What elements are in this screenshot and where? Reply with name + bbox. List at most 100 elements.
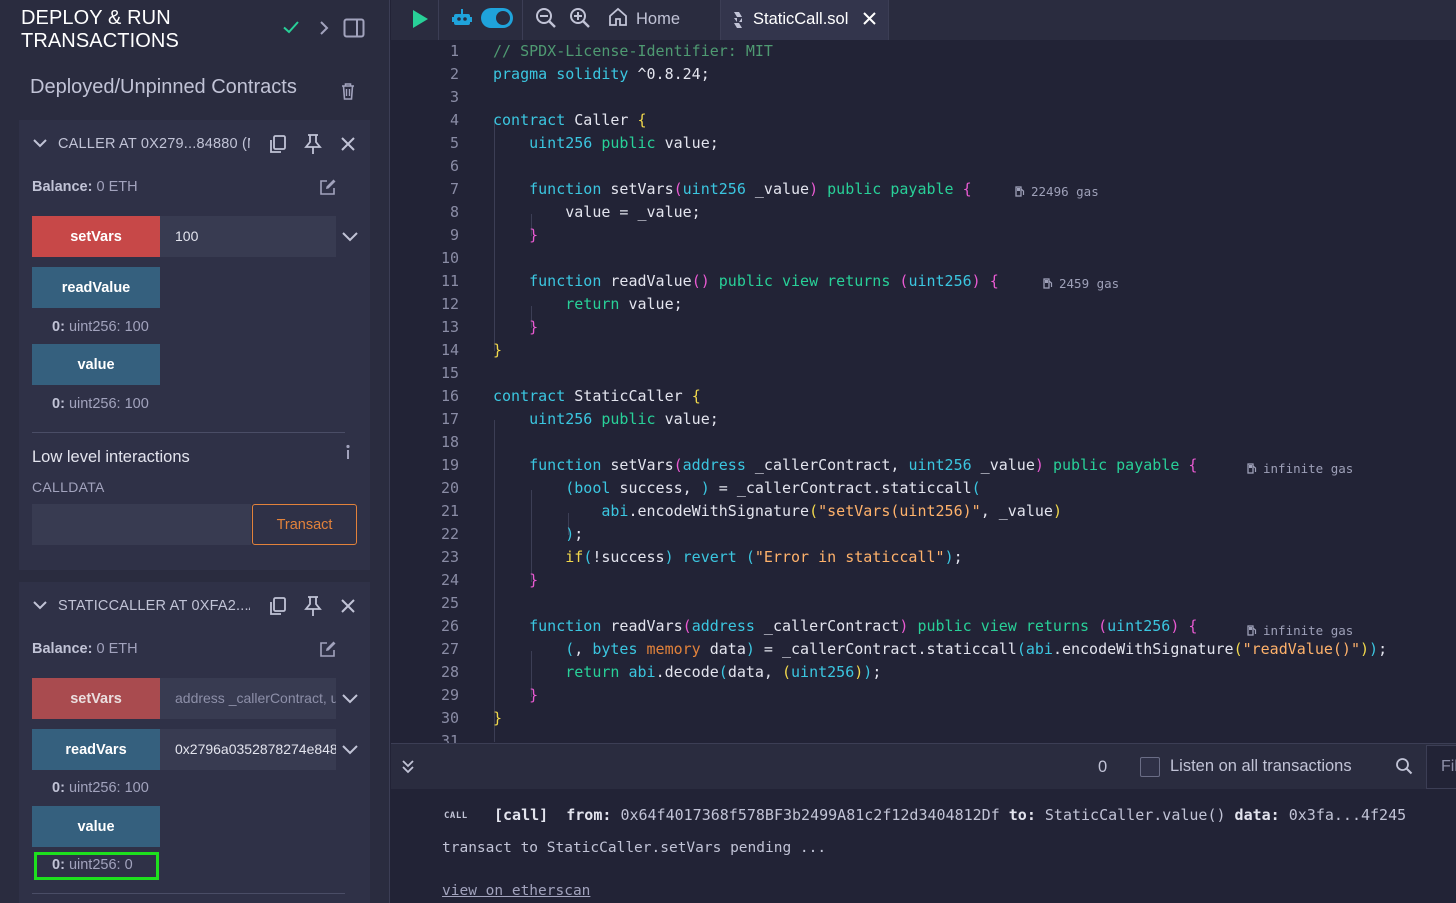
solidity-file-icon xyxy=(734,12,742,28)
code-line: 2 pragma solidity ^0.8.24; xyxy=(449,65,710,83)
code-line: 31 xyxy=(440,732,459,743)
tab-label: StaticCall.sol xyxy=(753,10,849,28)
home-tab[interactable]: Home xyxy=(636,10,680,29)
code-line: 30} xyxy=(440,709,503,727)
code-line: 22 ); xyxy=(440,525,584,543)
divider xyxy=(438,0,439,40)
code-line: 9 } xyxy=(449,226,539,244)
pending-log-line: transact to StaticCaller.setVars pending… xyxy=(442,840,827,856)
code-line: 28 return abi.decode(data, (uint256)); xyxy=(440,663,882,681)
code-line: 5 uint256 public value; xyxy=(449,134,719,152)
collapse-icon[interactable] xyxy=(401,758,415,774)
code-line: 3 xyxy=(449,88,459,106)
panel-title: DEPLOY & RUN TRANSACTIONS xyxy=(21,7,179,52)
divider xyxy=(522,0,523,40)
trash-icon[interactable] xyxy=(340,82,356,100)
code-line: 24 } xyxy=(440,571,539,589)
gas-estimate: infinite gas xyxy=(1247,619,1353,642)
code-line: 1// SPDX-License-Identifier: MIT xyxy=(449,42,773,60)
code-line: 7 function setVars(uint256 _value) publi… xyxy=(449,180,972,198)
filter-input[interactable]: Filter with transaction hash or address xyxy=(1426,745,1456,789)
readvars-result: 0: uint256: 100 xyxy=(52,780,149,796)
value-button[interactable]: value xyxy=(32,344,160,385)
gas-pump-icon xyxy=(1247,625,1257,636)
chevron-down-icon[interactable] xyxy=(341,231,359,243)
chevron-down-icon[interactable] xyxy=(32,599,48,611)
code-editor[interactable]: 1// SPDX-License-Identifier: MIT 2 pragma… xyxy=(391,40,1456,743)
pin-icon[interactable] xyxy=(303,133,323,155)
transact-button[interactable]: Transact xyxy=(252,504,357,545)
info-icon[interactable] xyxy=(344,444,352,460)
code-line: 14} xyxy=(440,341,503,359)
listen-checkbox[interactable] xyxy=(1140,757,1160,777)
edit-icon[interactable] xyxy=(319,178,337,196)
instance-caller: CALLER AT 0X279...84880 (MEMORY) Balance… xyxy=(19,120,370,570)
deploy-run-panel: DEPLOY & RUN TRANSACTIONS Deployed/Unpin… xyxy=(0,0,390,903)
setvars-input[interactable]: 100 xyxy=(160,216,336,257)
instance-name: STATICCALLER AT 0XFA2...A2D8B (MEMORY) xyxy=(58,598,250,614)
terminal-toolbar: 0 Listen on all transactions Filter with… xyxy=(391,743,1456,789)
divider xyxy=(32,893,345,894)
instance-header[interactable]: CALLER AT 0X279...84880 (MEMORY) xyxy=(19,120,370,168)
setvars-button[interactable]: setVars xyxy=(32,216,160,257)
editor-toolbar: Home StaticCall.sol xyxy=(391,0,1456,40)
side-panel-icon[interactable] xyxy=(343,18,365,38)
zoom-out-icon[interactable] xyxy=(535,7,557,29)
call-log-line[interactable]: [call] from: 0x64f4017368f578BF3b2499A81… xyxy=(494,806,1406,824)
close-icon[interactable] xyxy=(862,11,877,26)
call-tag: CALL xyxy=(444,811,468,821)
edit-icon[interactable] xyxy=(319,640,337,658)
readvalue-button[interactable]: readValue xyxy=(32,267,160,308)
readvars-button[interactable]: readVars xyxy=(32,729,160,770)
code-line: 4 contract Caller { xyxy=(449,111,647,129)
search-icon[interactable] xyxy=(1395,757,1413,775)
gas-estimate: 22496 gas xyxy=(1015,180,1099,203)
remix-ide: DEPLOY & RUN TRANSACTIONS Deployed/Unpin… xyxy=(0,0,1456,903)
code-line: 6 xyxy=(449,157,459,175)
instance-header[interactable]: STATICCALLER AT 0XFA2...A2D8B (MEMORY) xyxy=(19,582,370,630)
chevron-down-icon[interactable] xyxy=(341,744,359,756)
setvars-input[interactable]: address _callerContract, uint256 _value xyxy=(160,678,336,719)
code-line: 21 abi.encodeWithSignature("setVars(uint… xyxy=(440,502,1062,520)
chevron-down-icon[interactable] xyxy=(341,693,359,705)
low-level-title: Low level interactions xyxy=(32,448,190,466)
instance-name: CALLER AT 0X279...84880 (MEMORY) xyxy=(58,136,250,152)
zoom-in-icon[interactable] xyxy=(569,7,591,29)
code-line: 23 if(!success) revert ("Error in static… xyxy=(440,548,963,566)
close-icon[interactable] xyxy=(340,136,356,152)
pending-count: 0 xyxy=(1098,758,1108,776)
gas-pump-icon xyxy=(1015,186,1025,197)
copy-icon[interactable] xyxy=(268,596,288,616)
close-icon[interactable] xyxy=(340,598,356,614)
tab-staticcall-sol[interactable]: StaticCall.sol xyxy=(720,0,889,40)
calldata-label: CALLDATA xyxy=(32,479,105,495)
etherscan-link[interactable]: view on etherscan xyxy=(442,883,590,899)
code-line: 8 value = _value; xyxy=(449,203,701,221)
chevron-down-icon[interactable] xyxy=(32,137,48,149)
terminal-log: CALL [call] from: 0x64f4017368f578BF3b24… xyxy=(391,789,1456,903)
code-line: 12 return value; xyxy=(440,295,683,313)
code-line: 10 xyxy=(440,249,459,267)
robot-icon[interactable] xyxy=(451,7,473,29)
gas-pump-icon xyxy=(1043,278,1053,289)
code-line: 18 xyxy=(440,433,459,451)
value-button[interactable]: value xyxy=(32,806,160,847)
play-icon[interactable] xyxy=(410,8,430,30)
setvars-button[interactable]: setVars xyxy=(32,678,160,719)
readvars-input[interactable]: 0x2796a0352878274e84880 xyxy=(160,729,336,770)
code-line: 29 } xyxy=(440,686,539,704)
gas-estimate: infinite gas xyxy=(1247,457,1353,480)
code-line: 17 uint256 public value; xyxy=(440,410,719,428)
ai-toggle[interactable] xyxy=(481,8,513,28)
calldata-input[interactable] xyxy=(32,504,251,545)
gas-estimate: 2459 gas xyxy=(1043,272,1119,295)
home-icon[interactable] xyxy=(608,6,628,28)
code-line: 20 (bool success, ) = _callerContract.st… xyxy=(440,479,981,497)
listen-label[interactable]: Listen on all transactions xyxy=(1170,757,1352,776)
pin-icon[interactable] xyxy=(303,595,323,617)
copy-icon[interactable] xyxy=(268,134,288,154)
chevron-right-icon[interactable] xyxy=(315,17,333,39)
check-icon xyxy=(283,21,299,34)
result-highlight-box xyxy=(34,852,159,880)
readvalue-result: 0: uint256: 100 xyxy=(52,319,149,335)
